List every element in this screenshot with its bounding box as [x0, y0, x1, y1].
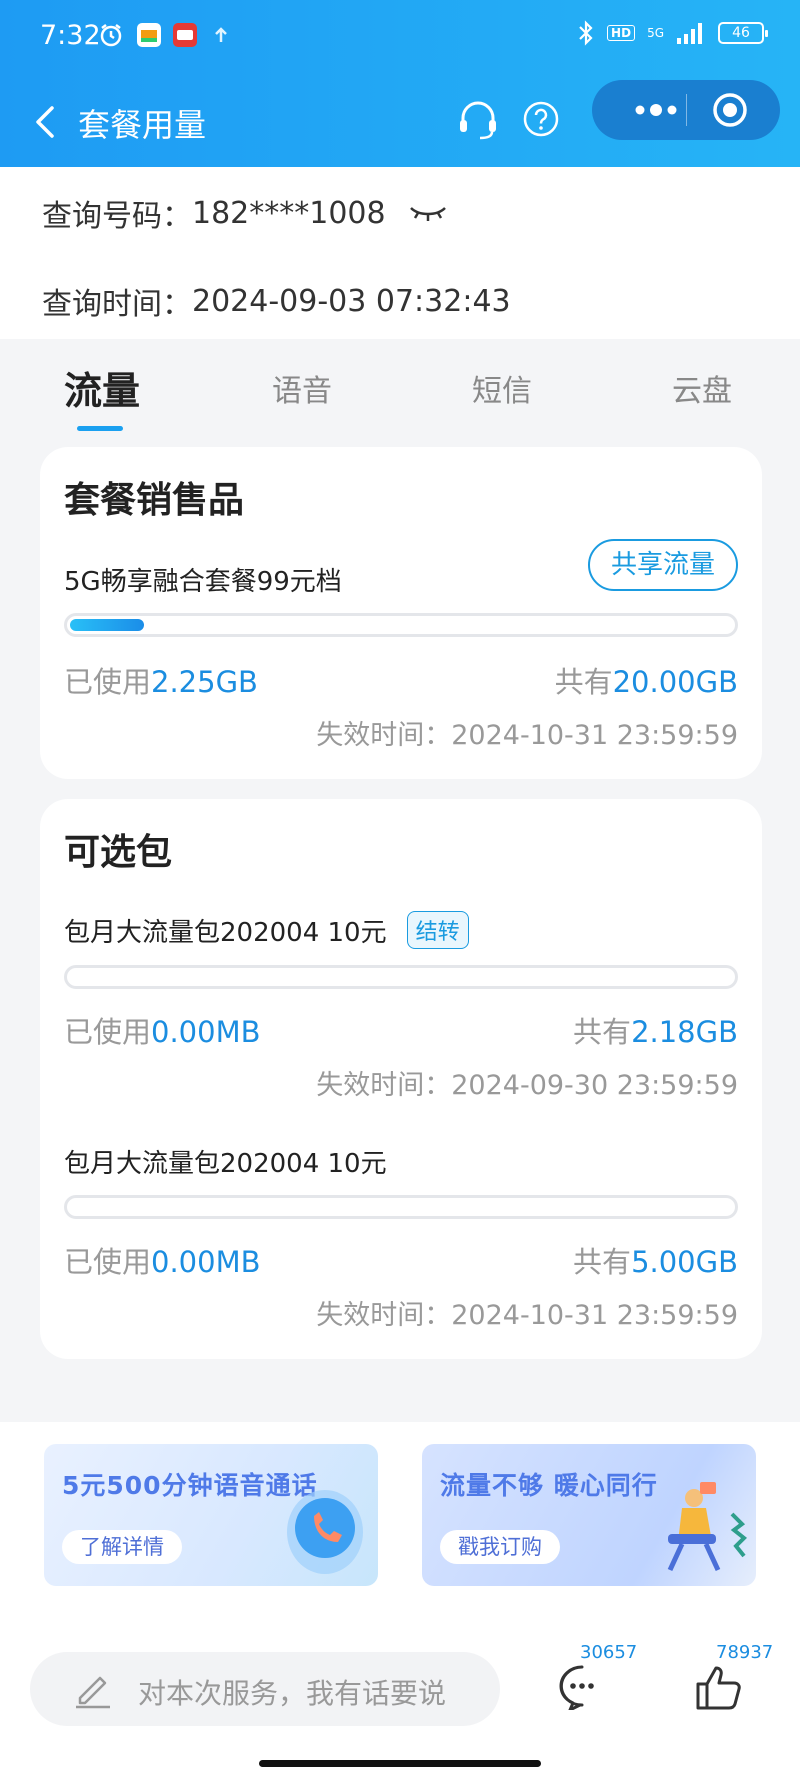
optional-expire-1: 失效时间：2024-09-30 23:59:59	[316, 1063, 738, 1102]
optional-expire-value-1: 2024-09-30 23:59:59	[451, 1070, 738, 1101]
expire-value: 2024-10-31 23:59:59	[451, 720, 738, 751]
total-label: 共有	[554, 665, 613, 699]
thumbs-up-icon[interactable]	[694, 1662, 744, 1712]
like-count: 78937	[716, 1642, 774, 1663]
total-amount: 共有20.00GB	[555, 659, 738, 701]
optional-progress-bar-2	[64, 1195, 738, 1219]
plan-card: 套餐销售品 5G畅享融合套餐99元档 共享流量 已使用2.25GB 共有20.0…	[40, 447, 762, 779]
used-value: 2.25GB	[151, 665, 258, 699]
optional-total-label-1: 共有	[573, 1015, 632, 1049]
optional-expire-label-2: 失效时间：	[316, 1300, 452, 1331]
optional-expire-value-2: 2024-10-31 23:59:59	[451, 1300, 738, 1331]
optional-expire-label-1: 失效时间：	[316, 1070, 452, 1101]
active-tab-indicator	[77, 426, 123, 431]
promo-banners: 5元500分钟语音通话 了解详情 流量不够 暖心同行 戳我订购	[0, 1422, 800, 1628]
eye-closed-icon[interactable]	[408, 202, 448, 224]
comment-icon[interactable]	[558, 1664, 606, 1710]
query-number-value: 182****1008	[192, 195, 386, 231]
usage-progress-fill	[70, 619, 145, 631]
app-notification-icon	[137, 23, 161, 47]
total-value: 20.00GB	[612, 665, 738, 699]
upload-icon	[215, 27, 227, 42]
optional-used-2: 已使用0.00MB	[64, 1239, 261, 1281]
optional-used-value-1: 0.00MB	[151, 1015, 261, 1049]
tab-cloud[interactable]: 云盘	[672, 366, 732, 410]
close-target-icon[interactable]	[710, 90, 750, 130]
optional-card-title: 可选包	[64, 832, 173, 873]
more-icon[interactable]	[616, 84, 696, 136]
tab-data[interactable]: 流量	[64, 360, 140, 415]
optional-package-name-2: 包月大流量包202004 10元	[64, 1149, 387, 1179]
expire-time: 失效时间：2024-10-31 23:59:59	[316, 713, 738, 752]
signal-icon	[677, 23, 702, 44]
home-indicator	[259, 1760, 541, 1767]
used-label: 已使用	[64, 665, 152, 699]
optional-expire-2: 失效时间：2024-10-31 23:59:59	[316, 1293, 738, 1332]
feedback-bar: 对本次服务，我有话要说 30657 78937	[0, 1628, 800, 1778]
optional-package-title-1: 包月大流量包202004 10元	[64, 917, 387, 948]
customer-service-icon[interactable]	[456, 98, 500, 142]
optional-package-name-1: 包月大流量包202004 10元 结转	[64, 911, 469, 949]
capsule-divider	[686, 94, 687, 126]
status-right: HD 5G 46	[577, 20, 768, 46]
used-amount: 已使用2.25GB	[64, 659, 258, 701]
optional-total-2: 共有5.00GB	[573, 1239, 738, 1281]
bluetooth-icon	[579, 20, 593, 46]
status-bar: 7:32 HD 5G 46	[0, 0, 800, 76]
optional-total-1: 共有2.18GB	[573, 1009, 738, 1051]
data-promo-title: 流量不够 暖心同行	[440, 1471, 658, 1500]
comment-count: 30657	[580, 1642, 638, 1663]
optional-progress-bar-1	[64, 965, 738, 989]
optional-used-label-2: 已使用	[64, 1245, 152, 1279]
usage-progress-bar	[64, 613, 738, 637]
query-time-value: 2024-09-03 07:32:43	[192, 283, 511, 319]
query-number-label: 查询号码：	[42, 199, 192, 234]
order-now-button[interactable]: 戳我订购	[440, 1530, 560, 1564]
network-label: 5G	[647, 26, 664, 40]
query-time-row: 查询时间： 2024-09-03 07:32:43	[42, 279, 511, 323]
learn-more-button[interactable]: 了解详情	[62, 1530, 182, 1564]
nav-bar: 套餐用量	[0, 80, 800, 164]
optional-total-label-2: 共有	[573, 1245, 632, 1279]
page-title: 套餐用量	[78, 106, 207, 144]
share-data-button[interactable]: 共享流量	[588, 539, 738, 591]
hd-badge: HD	[607, 25, 636, 41]
battery-icon: 46	[718, 22, 768, 44]
optional-used-1: 已使用0.00MB	[64, 1009, 261, 1051]
optional-total-value-1: 2.18GB	[631, 1015, 738, 1049]
app-notification-icon-2	[173, 23, 197, 47]
query-info: 查询号码： 182****1008 查询时间： 2024-09-03 07:32…	[0, 167, 800, 339]
usage-tabs: 流量 语音 短信 云盘	[0, 340, 800, 440]
optional-total-value-2: 5.00GB	[631, 1245, 738, 1279]
plan-card-title: 套餐销售品	[64, 480, 245, 521]
pencil-icon	[76, 1676, 110, 1709]
optional-used-value-2: 0.00MB	[151, 1245, 261, 1279]
tab-voice[interactable]: 语音	[272, 366, 332, 410]
mini-program-capsule	[592, 80, 780, 140]
person-illustration-icon	[667, 1482, 747, 1572]
query-time-label: 查询时间：	[42, 287, 192, 322]
back-arrow-icon[interactable]	[30, 104, 62, 140]
phone-call-icon	[287, 1490, 363, 1574]
alarm-icon	[100, 24, 122, 47]
app-header: 7:32 HD 5G 46 套餐用量	[0, 0, 800, 167]
data-promo-banner[interactable]: 流量不够 暖心同行 戳我订购	[422, 1444, 756, 1586]
voice-promo-banner[interactable]: 5元500分钟语音通话 了解详情	[44, 1444, 378, 1586]
package-name: 5G畅享融合套餐99元档	[64, 567, 342, 597]
rollover-tag: 结转	[406, 911, 469, 949]
expire-label: 失效时间：	[316, 720, 452, 751]
optional-card: 可选包 包月大流量包202004 10元 结转 已使用0.00MB 共有2.18…	[40, 799, 762, 1359]
comment-placeholder: 对本次服务，我有话要说	[138, 1677, 447, 1710]
optional-used-label-1: 已使用	[64, 1015, 152, 1049]
tab-sms[interactable]: 短信	[472, 366, 532, 410]
help-icon[interactable]	[522, 100, 560, 138]
query-number-row: 查询号码： 182****1008	[42, 191, 448, 235]
status-time: 7:32	[40, 20, 101, 51]
comment-input[interactable]: 对本次服务，我有话要说	[30, 1652, 500, 1726]
